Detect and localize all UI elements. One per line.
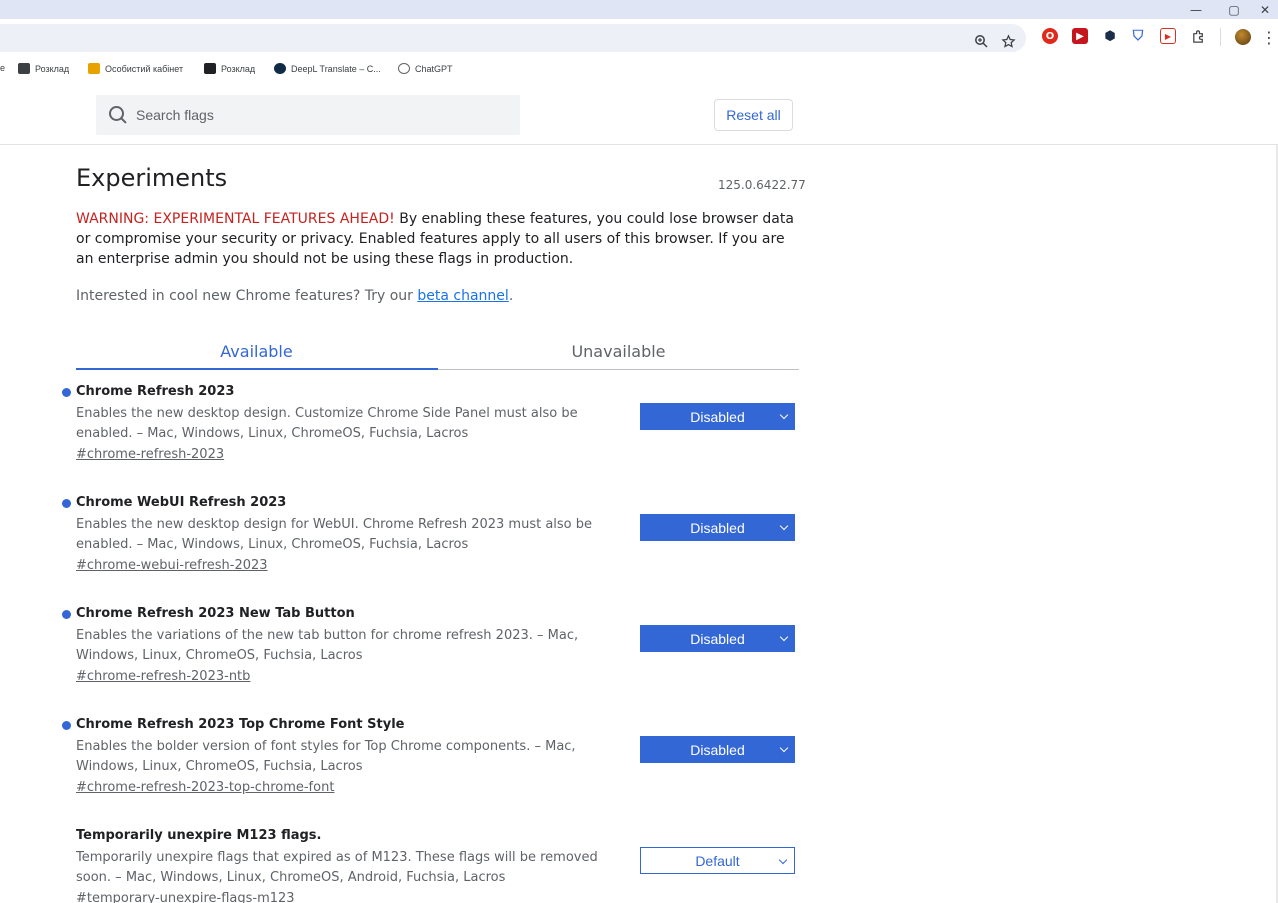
flag-state-value: Disabled [690,519,745,536]
flag-name: Chrome Refresh 2023 New Tab Button [76,606,355,621]
flag-state-value: Default [695,852,740,869]
chevron-down-icon [779,521,789,531]
title-bar: — ▢ ✕ [0,0,1278,19]
bookmark-item[interactable]: ChatGPT [398,63,453,74]
opera-extension-icon[interactable]: O [1042,28,1058,44]
shield-extension-icon[interactable]: ⛉ [1130,28,1146,44]
modified-indicator [62,610,71,619]
flag-permalink[interactable]: #chrome-webui-refresh-2023 [76,558,268,573]
flag-description: Temporarily unexpire flags that expired … [76,850,598,885]
deepl-icon [274,63,286,74]
chevron-down-icon [779,410,789,420]
flag-state-value: Disabled [690,408,745,425]
search-box[interactable] [96,95,520,135]
tab-unavailable[interactable]: Unavailable [438,332,799,370]
bookmark-item[interactable]: DeepL Translate – C... [274,63,381,74]
page-title: Experiments [76,164,228,192]
flag-description: Enables the new desktop design for WebUI… [76,517,593,552]
flag-state-value: Disabled [690,630,745,647]
bookmark-item[interactable]: Особистий кабінет [88,63,183,74]
active-tab-indicator [76,368,438,370]
flag-entry: Chrome Refresh 2023 Top Chrome Font Styl… [0,717,800,817]
bookmark-item[interactable]: e [0,63,5,73]
flag-entry: Temporarily unexpire M123 flags. Tempora… [0,828,800,903]
zoom-icon[interactable] [971,31,991,51]
modified-indicator [62,721,71,730]
search-icon [108,105,128,125]
bookmark-item[interactable]: Розклад [204,63,255,74]
interested-text: Interested in cool new Chrome features? … [76,288,514,304]
flag-state-value: Disabled [690,741,745,758]
bookmarks-bar: e Розклад Особистий кабінет Розклад Deep… [0,55,1278,83]
flag-state-select[interactable]: Disabled [640,514,795,541]
warning-prefix: WARNING: EXPERIMENTAL FEATURES AHEAD! [76,211,395,227]
search-input[interactable] [136,107,496,123]
flag-state-select[interactable]: Disabled [640,625,795,652]
flag-permalink[interactable]: #chrome-refresh-2023-ntb [76,669,250,684]
schedule-icon [204,63,216,74]
flag-entry: Chrome Refresh 2023 Enables the new desk… [0,384,800,484]
flag-description: Enables the bolder version of font style… [76,739,576,774]
address-bar[interactable] [0,24,1026,52]
star-icon[interactable] [998,31,1018,51]
youtube-extension-icon[interactable]: ▶ [1072,28,1088,44]
flags-header: Reset all [0,83,1278,145]
flag-name: Chrome Refresh 2023 Top Chrome Font Styl… [76,717,405,732]
flag-permalink[interactable]: #chrome-refresh-2023-top-chrome-font [76,780,334,795]
version-label: 125.0.6422.77 [718,178,806,192]
main-content: Experiments 125.0.6422.77 WARNING: EXPER… [0,146,1276,903]
flag-entry: Chrome Refresh 2023 New Tab Button Enabl… [0,606,800,706]
avatar[interactable] [1235,29,1251,45]
chevron-down-icon [779,743,789,753]
toolbar-divider [1220,28,1221,46]
minimize-icon: — [1190,2,1202,17]
close-window-button[interactable]: ✕ [1252,0,1278,19]
beta-channel-link[interactable]: beta channel [417,288,508,304]
reset-all-button[interactable]: Reset all [714,99,793,131]
maximize-button[interactable]: ▢ [1216,0,1252,19]
modified-indicator [62,388,71,397]
puzzle-icon[interactable] [1190,28,1206,44]
chatgpt-icon [398,63,410,74]
flag-name: Chrome Refresh 2023 [76,384,235,399]
flag-name: Chrome WebUI Refresh 2023 [76,495,287,510]
chevron-down-icon [779,632,789,642]
browser-toolbar: O ▶ ⬢ ⛉ ▶ ⋮ [0,19,1278,55]
building-icon [88,63,100,74]
warning-text: WARNING: EXPERIMENTAL FEATURES AHEAD! By… [76,209,801,269]
flag-permalink[interactable]: #temporary-unexpire-flags-m123 [76,891,295,903]
minimize-button[interactable]: — [1178,0,1214,19]
calendar-icon [18,63,30,74]
modified-indicator [62,499,71,508]
bookmark-item[interactable]: Розклад [18,63,69,74]
flag-description: Enables the new desktop design. Customiz… [76,406,578,441]
flag-description: Enables the variations of the new tab bu… [76,628,579,663]
tab-available[interactable]: Available [76,332,437,370]
flag-state-select[interactable]: Disabled [640,736,795,763]
flag-state-select[interactable]: Default [640,847,795,874]
flag-state-select[interactable]: Disabled [640,403,795,430]
flag-entry: Chrome WebUI Refresh 2023 Enables the ne… [0,495,800,595]
chevron-down-icon [778,855,788,865]
flag-permalink[interactable]: #chrome-refresh-2023 [76,447,224,462]
close-icon: ✕ [1259,2,1271,17]
maximize-icon: ▢ [1228,2,1240,17]
media-extension-icon[interactable]: ▶ [1160,28,1176,44]
tab-bar: Available Unavailable [76,332,799,370]
menu-icon[interactable]: ⋮ [1261,27,1277,47]
flag-name: Temporarily unexpire M123 flags. [76,828,322,843]
hex-extension-icon[interactable]: ⬢ [1102,28,1118,44]
